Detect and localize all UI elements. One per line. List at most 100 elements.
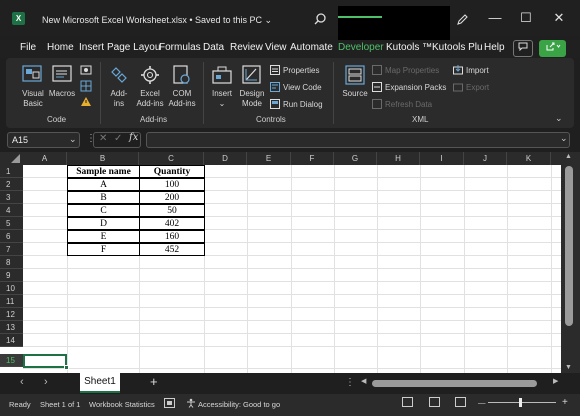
normal-view-icon[interactable] [402, 397, 413, 407]
formula-input[interactable] [146, 132, 570, 148]
import-button[interactable]: Import [466, 66, 489, 75]
row-header[interactable]: 10 [0, 282, 23, 295]
next-sheet-icon[interactable]: › [44, 376, 48, 388]
xml-source-button[interactable]: Source [339, 89, 371, 99]
row-header[interactable]: 14 [0, 334, 23, 347]
row-header[interactable]: 6 [0, 230, 23, 243]
column-header[interactable]: A [23, 152, 67, 165]
close-button[interactable]: ✕ [550, 9, 568, 27]
com-add-ins-button[interactable]: COM Add-ins [166, 89, 198, 109]
enter-icon[interactable]: ✓ [114, 133, 122, 144]
share-button[interactable] [539, 40, 566, 57]
excel-add-ins-button[interactable]: Excel Add-ins [134, 89, 166, 109]
tab-automate[interactable]: Automate [290, 42, 333, 53]
scroll-left-icon[interactable]: ◀ [361, 377, 366, 385]
pen-icon[interactable] [456, 13, 469, 26]
column-header[interactable]: J [464, 152, 507, 165]
scroll-right-icon[interactable]: ▶ [553, 377, 558, 385]
worksheet-grid[interactable]: A B C D E F G H I J K 1 2 3 4 5 6 7 8 9 … [0, 152, 580, 373]
column-header[interactable]: E [247, 152, 291, 165]
add-ins-button[interactable]: Add- ins [106, 89, 132, 109]
horizontal-scroll-thumb[interactable] [372, 380, 537, 387]
zoom-slider-thumb[interactable] [519, 398, 522, 407]
zoom-in-button[interactable]: + [562, 397, 568, 408]
accessibility-status[interactable]: Accessibility: Good to go [198, 400, 280, 409]
select-all-button[interactable] [0, 152, 23, 165]
table-cell[interactable]: 50 [139, 204, 205, 217]
row-header[interactable]: 13 [0, 321, 23, 334]
table-cell[interactable]: D [67, 217, 140, 230]
selected-cell-a15[interactable] [23, 354, 67, 368]
macros-button[interactable]: Macros [47, 89, 77, 99]
row-header[interactable]: 1 [0, 165, 23, 178]
macro-security-icon[interactable] [80, 96, 92, 108]
tab-formulas[interactable]: Formulas [159, 42, 201, 53]
tab-file[interactable]: File [20, 42, 36, 53]
row-header[interactable]: 11 [0, 295, 23, 308]
table-cell[interactable]: 402 [139, 217, 205, 230]
row-header[interactable]: 8 [0, 256, 23, 269]
macro-record-icon[interactable] [164, 398, 175, 408]
export-button[interactable]: Export [466, 83, 489, 92]
properties-button[interactable]: Properties [283, 66, 319, 75]
comments-button[interactable] [513, 40, 533, 57]
column-header[interactable]: K [507, 152, 551, 165]
tab-kutools-plus[interactable]: Kutools Plu [432, 42, 483, 53]
tab-insert[interactable]: Insert [79, 42, 104, 53]
fill-handle[interactable] [64, 365, 69, 370]
zoom-out-button[interactable]: — [478, 398, 486, 407]
search-icon[interactable] [313, 12, 327, 26]
tab-view[interactable]: View [265, 42, 287, 53]
accessibility-icon[interactable] [186, 398, 196, 408]
collapse-ribbon-icon[interactable]: ⌄ [555, 113, 563, 124]
row-header[interactable]: 2 [0, 178, 23, 191]
table-header-cell[interactable]: Quantity [139, 165, 205, 178]
prev-sheet-icon[interactable]: ‹ [20, 376, 24, 388]
scroll-down-icon[interactable]: ▼ [565, 364, 572, 371]
window-title[interactable]: New Microsoft Excel Worksheet.xlsx • Sav… [42, 15, 272, 26]
table-cell[interactable]: 452 [139, 243, 205, 256]
row-header[interactable]: 4 [0, 204, 23, 217]
row-header[interactable]: 12 [0, 308, 23, 321]
record-macro-icon[interactable] [80, 64, 92, 76]
chevron-down-icon[interactable]: ⌄ [69, 134, 77, 145]
minimize-button[interactable]: — [486, 9, 504, 27]
view-code-button[interactable]: View Code [283, 83, 322, 92]
tab-page-layout[interactable]: Page Layou [107, 42, 160, 53]
map-properties-button[interactable]: Map Properties [385, 66, 439, 75]
tab-kutools[interactable]: Kutools ™ [386, 42, 432, 53]
tab-home[interactable]: Home [47, 42, 74, 53]
tab-developer[interactable]: Developer [338, 42, 384, 53]
table-cell[interactable]: E [67, 230, 140, 243]
column-header[interactable]: H [377, 152, 420, 165]
row-header[interactable]: 3 [0, 191, 23, 204]
table-cell[interactable]: B [67, 191, 140, 204]
run-dialog-button[interactable]: Run Dialog [283, 100, 323, 109]
expand-formula-bar-icon[interactable]: ⌄ [560, 133, 568, 144]
row-header[interactable]: 5 [0, 217, 23, 230]
scroll-up-icon[interactable]: ▲ [565, 153, 572, 160]
expansion-packs-button[interactable]: Expansion Packs [385, 83, 446, 92]
zoom-slider[interactable] [488, 402, 556, 403]
tab-data[interactable]: Data [203, 42, 224, 53]
cell-area[interactable]: Sample name Quantity A 100 B 200 C 50 D … [23, 165, 561, 373]
cancel-icon[interactable]: ✕ [99, 133, 107, 144]
page-layout-view-icon[interactable] [429, 397, 440, 407]
table-cell[interactable]: A [67, 178, 140, 191]
table-cell[interactable]: F [67, 243, 140, 256]
workbook-statistics-button[interactable]: Workbook Statistics [89, 400, 155, 409]
add-sheet-button[interactable]: + [150, 374, 158, 389]
row-header[interactable]: 7 [0, 243, 23, 256]
column-header[interactable]: G [334, 152, 377, 165]
insert-function-icon[interactable]: fx [129, 132, 138, 143]
design-mode-button[interactable]: Design Mode [236, 89, 268, 109]
row-header[interactable]: 9 [0, 269, 23, 282]
table-cell[interactable]: 160 [139, 230, 205, 243]
tab-review[interactable]: Review [230, 42, 263, 53]
row-header-selected[interactable]: 15 [0, 354, 23, 367]
restore-button[interactable]: ☐ [517, 9, 535, 27]
table-cell[interactable]: 100 [139, 178, 205, 191]
table-cell[interactable]: C [67, 204, 140, 217]
column-header[interactable]: C [139, 152, 204, 165]
page-break-view-icon[interactable] [455, 397, 466, 407]
